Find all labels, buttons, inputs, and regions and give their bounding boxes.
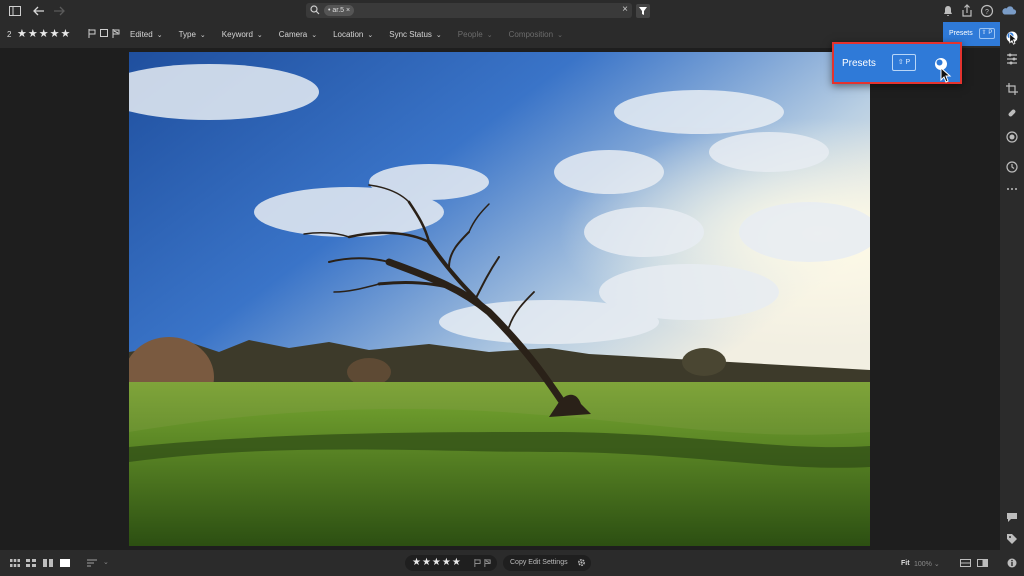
help-icon[interactable]: ?: [979, 3, 995, 19]
gear-icon[interactable]: [577, 558, 586, 567]
photo-canvas: [0, 48, 1000, 550]
chevron-down-icon: ⌄: [367, 31, 374, 39]
search-input[interactable]: • ar.5 × ×: [306, 3, 632, 18]
svg-text:?: ?: [985, 9, 989, 16]
chevron-down-icon: ⌄: [435, 31, 442, 39]
square-grid-view-icon[interactable]: [43, 559, 53, 567]
chevron-down-icon[interactable]: ⌄: [103, 558, 109, 566]
zoom-level-dropdown[interactable]: 100% ⌄: [914, 560, 940, 568]
mouse-cursor-icon: [940, 67, 952, 83]
flag-filters: [88, 29, 120, 38]
masking-icon[interactable]: [1005, 130, 1019, 144]
tooltip-shortcut: ⇧ P: [892, 54, 916, 71]
filter-camera[interactable]: Camera ⌄: [279, 30, 317, 39]
filter-label: Sync Status: [389, 30, 432, 39]
comment-icon[interactable]: [1005, 510, 1019, 524]
rating-stars[interactable]: ★★★★★: [412, 557, 462, 568]
photo-preview[interactable]: [129, 52, 870, 546]
rating-flag-pill: ★★★★★: [405, 555, 497, 571]
search-icon: [310, 5, 320, 15]
right-tool-rail: [1000, 22, 1024, 550]
filter-edited[interactable]: Edited ⌄: [130, 30, 163, 39]
sort-icon[interactable]: [87, 559, 97, 567]
mouse-cursor-icon: [1009, 33, 1018, 45]
sidebar-toggle-icon[interactable]: [7, 3, 23, 19]
copy-edit-settings-label: Copy Edit Settings: [510, 559, 568, 566]
chevron-down-icon: ⌄: [557, 31, 563, 39]
history-icon[interactable]: [1005, 160, 1019, 174]
filter-label: Type: [178, 30, 196, 39]
tag-icon[interactable]: [1005, 532, 1019, 546]
filter-label: Camera: [278, 30, 308, 39]
pick-flag-icon[interactable]: [88, 29, 96, 38]
chevron-down-icon: ⌄: [256, 31, 263, 39]
presets-shortcut: ⇧ P: [979, 28, 995, 39]
reject-flag-icon[interactable]: [484, 559, 491, 567]
unflagged-icon[interactable]: [100, 29, 108, 38]
search-filter-chip[interactable]: • ar.5 ×: [324, 5, 355, 16]
rating-filter-stars[interactable]: ★★★★★: [17, 27, 71, 40]
more-icon[interactable]: [1005, 182, 1019, 196]
title-bar: • ar.5 × × ?: [0, 0, 1024, 22]
filter-label: Location: [333, 30, 364, 39]
cloud-icon[interactable]: [1001, 3, 1017, 19]
forward-arrow-icon[interactable]: [51, 3, 67, 19]
small-grid-view-icon[interactable]: [10, 559, 20, 567]
filter-keyword[interactable]: Keyword ⌄: [222, 30, 263, 39]
before-after-icon[interactable]: [977, 559, 988, 567]
chevron-down-icon: ⌄: [311, 31, 318, 39]
edit-sliders-icon[interactable]: [1005, 52, 1019, 66]
share-icon[interactable]: [959, 3, 975, 19]
chevron-down-icon: ⌄: [156, 31, 163, 39]
info-icon[interactable]: [1007, 558, 1017, 568]
flag-buttons: [474, 559, 491, 567]
bell-icon[interactable]: [940, 3, 956, 19]
filter-dropdowns: Edited ⌄ Type ⌄ Keyword ⌄ Camera ⌄ Location ⌄…: [130, 30, 579, 39]
filter-people: People ⌄: [458, 30, 493, 39]
filter-type[interactable]: Type ⌄: [179, 30, 206, 39]
large-grid-view-icon[interactable]: [26, 559, 36, 567]
photo-count: 2: [7, 30, 12, 39]
crop-icon[interactable]: [1005, 82, 1019, 96]
filter-label: Keyword: [221, 30, 253, 39]
compare-view-icon[interactable]: [960, 559, 971, 567]
fit-zoom-button[interactable]: Fit: [901, 560, 910, 567]
filter-icon[interactable]: [636, 4, 650, 18]
filter-label: Edited: [130, 30, 153, 39]
copy-edit-settings-button[interactable]: Copy Edit Settings: [503, 555, 591, 571]
filter-label: People: [457, 30, 483, 39]
tooltip-label: Presets: [842, 58, 876, 69]
chevron-down-icon: ⌄: [199, 31, 206, 39]
filter-sync-status[interactable]: Sync Status ⌄: [389, 30, 442, 39]
healing-icon[interactable]: [1005, 106, 1019, 120]
pick-flag-icon[interactable]: [474, 559, 481, 567]
filter-location[interactable]: Location ⌄: [333, 30, 373, 39]
bottom-toolbar: ⌄ ★★★★★ Copy Edit Settings Fit 100% ⌄: [0, 550, 1024, 576]
back-arrow-icon[interactable]: [31, 3, 47, 19]
search-clear-icon[interactable]: ×: [622, 4, 628, 15]
filter-composition: Composition ⌄: [509, 30, 563, 39]
chevron-down-icon: ⌄: [486, 31, 493, 39]
presets-tab-label: Presets: [949, 30, 973, 37]
reject-flag-icon[interactable]: [112, 29, 120, 38]
detail-view-icon[interactable]: [60, 559, 70, 567]
filter-label: Composition: [508, 30, 554, 39]
